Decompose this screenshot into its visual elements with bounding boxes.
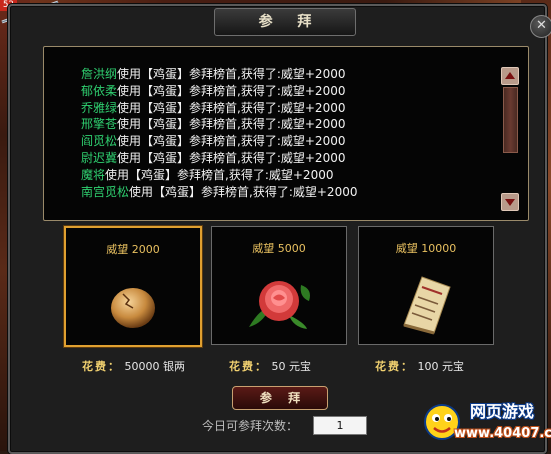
player-name[interactable]: 南宫觅松 [81, 185, 129, 199]
log-text: 使用【鸡蛋】参拜榜首,获得了:威望+2000 [117, 134, 346, 149]
player-name[interactable]: 乔雅绿 [81, 101, 117, 115]
log-scrollbar[interactable] [501, 67, 519, 213]
option-title: 威望 10000 [395, 242, 457, 255]
log-list: 詹洪纲使用【鸡蛋】参拜榜首,获得了:威望+2000 郁依柔使用【鸡蛋】参拜榜首,获… [81, 66, 357, 200]
cost-label: 花费： [229, 360, 268, 373]
log-entry: 阎觅松使用【鸡蛋】参拜榜首,获得了:威望+2000 [81, 133, 357, 150]
player-name[interactable]: 尉迟冀 [81, 151, 117, 165]
log-text: 使用【鸡蛋】参拜榜首,获得了:威望+2000 [117, 100, 346, 115]
cost-value: 50 元宝 [271, 360, 312, 373]
log-entry: 詹洪纲使用【鸡蛋】参拜榜首,获得了:威望+2000 [81, 66, 357, 83]
watermark-url: www.40407.com [454, 426, 551, 441]
worship-dialog: 参 拜 ✕ 詹洪纲使用【鸡蛋】参拜榜首,获得了:威望+2000 郁依柔使用【鸡蛋】… [8, 4, 551, 454]
egg-icon [111, 288, 155, 328]
player-name[interactable]: 郁依柔 [81, 84, 117, 98]
cost-label: 花费： [375, 360, 414, 373]
log-entry: 乔雅绿使用【鸡蛋】参拜榜首,获得了:威望+2000 [81, 100, 357, 117]
dialog-title: 参 拜 [214, 8, 356, 36]
scroll-down-button[interactable] [501, 193, 519, 211]
watermark-name: 网页游戏 [470, 402, 535, 421]
cost-label: 花费： [82, 360, 121, 373]
log-text: 使用【鸡蛋】参拜榜首,获得了:威望+2000 [117, 150, 346, 165]
option-title: 威望 5000 [252, 242, 306, 255]
rose-icon [249, 281, 310, 329]
scroll-thumb[interactable] [503, 87, 518, 153]
option-card-egg[interactable]: 威望 2000 [64, 226, 202, 347]
option-title: 威望 2000 [106, 243, 160, 256]
remaining-count: 1 [313, 416, 367, 435]
scroll-icon [403, 276, 451, 335]
log-entry: 魔将使用【鸡蛋】参拜榜首,获得了:威望+2000 [81, 167, 357, 184]
log-entry: 南宫觅松使用【鸡蛋】参拜榜首,获得了:威望+2000 [81, 184, 357, 201]
player-name[interactable]: 魔将 [81, 168, 105, 182]
log-text: 使用【鸡蛋】参拜榜首,获得了:威望+2000 [117, 117, 346, 132]
player-name[interactable]: 邢擎苍 [81, 117, 117, 131]
log-text: 使用【鸡蛋】参拜榜首,获得了:威望+2000 [117, 83, 346, 98]
close-button[interactable]: ✕ [530, 15, 551, 38]
scroll-up-button[interactable] [501, 67, 519, 85]
player-name[interactable]: 詹洪纲 [81, 67, 117, 81]
log-text: 使用【鸡蛋】参拜榜首,获得了:威望+2000 [117, 67, 346, 81]
cost-rose: 花费： 50 元宝 [229, 358, 311, 374]
worship-log: 詹洪纲使用【鸡蛋】参拜榜首,获得了:威望+2000 郁依柔使用【鸡蛋】参拜榜首,获… [43, 46, 529, 221]
log-text: 使用【鸡蛋】参拜榜首,获得了:威望+2000 [129, 184, 358, 199]
worship-button[interactable]: 参 拜 [232, 386, 328, 410]
option-card-rose[interactable]: 威望 5000 [211, 226, 347, 345]
log-text: 使用【鸡蛋】参拜榜首,获得了:威望+2000 [105, 167, 334, 182]
log-entry: 邢擎苍使用【鸡蛋】参拜榜首,获得了:威望+2000 [81, 116, 357, 133]
cost-value: 100 元宝 [417, 360, 465, 373]
cost-egg: 花费： 50000 银两 [82, 358, 185, 374]
cost-scroll: 花费： 100 元宝 [375, 358, 464, 374]
player-name[interactable]: 阎觅松 [81, 134, 117, 148]
site-watermark: 网页游戏 www.40407.com [418, 396, 551, 451]
cost-value: 50000 银两 [124, 360, 186, 373]
log-entry: 尉迟冀使用【鸡蛋】参拜榜首,获得了:威望+2000 [81, 150, 357, 167]
option-card-scroll[interactable]: 威望 10000 [358, 226, 494, 345]
remaining-label: 今日可参拜次数： [202, 419, 299, 433]
log-entry: 郁依柔使用【鸡蛋】参拜榜首,获得了:威望+2000 [81, 83, 357, 100]
